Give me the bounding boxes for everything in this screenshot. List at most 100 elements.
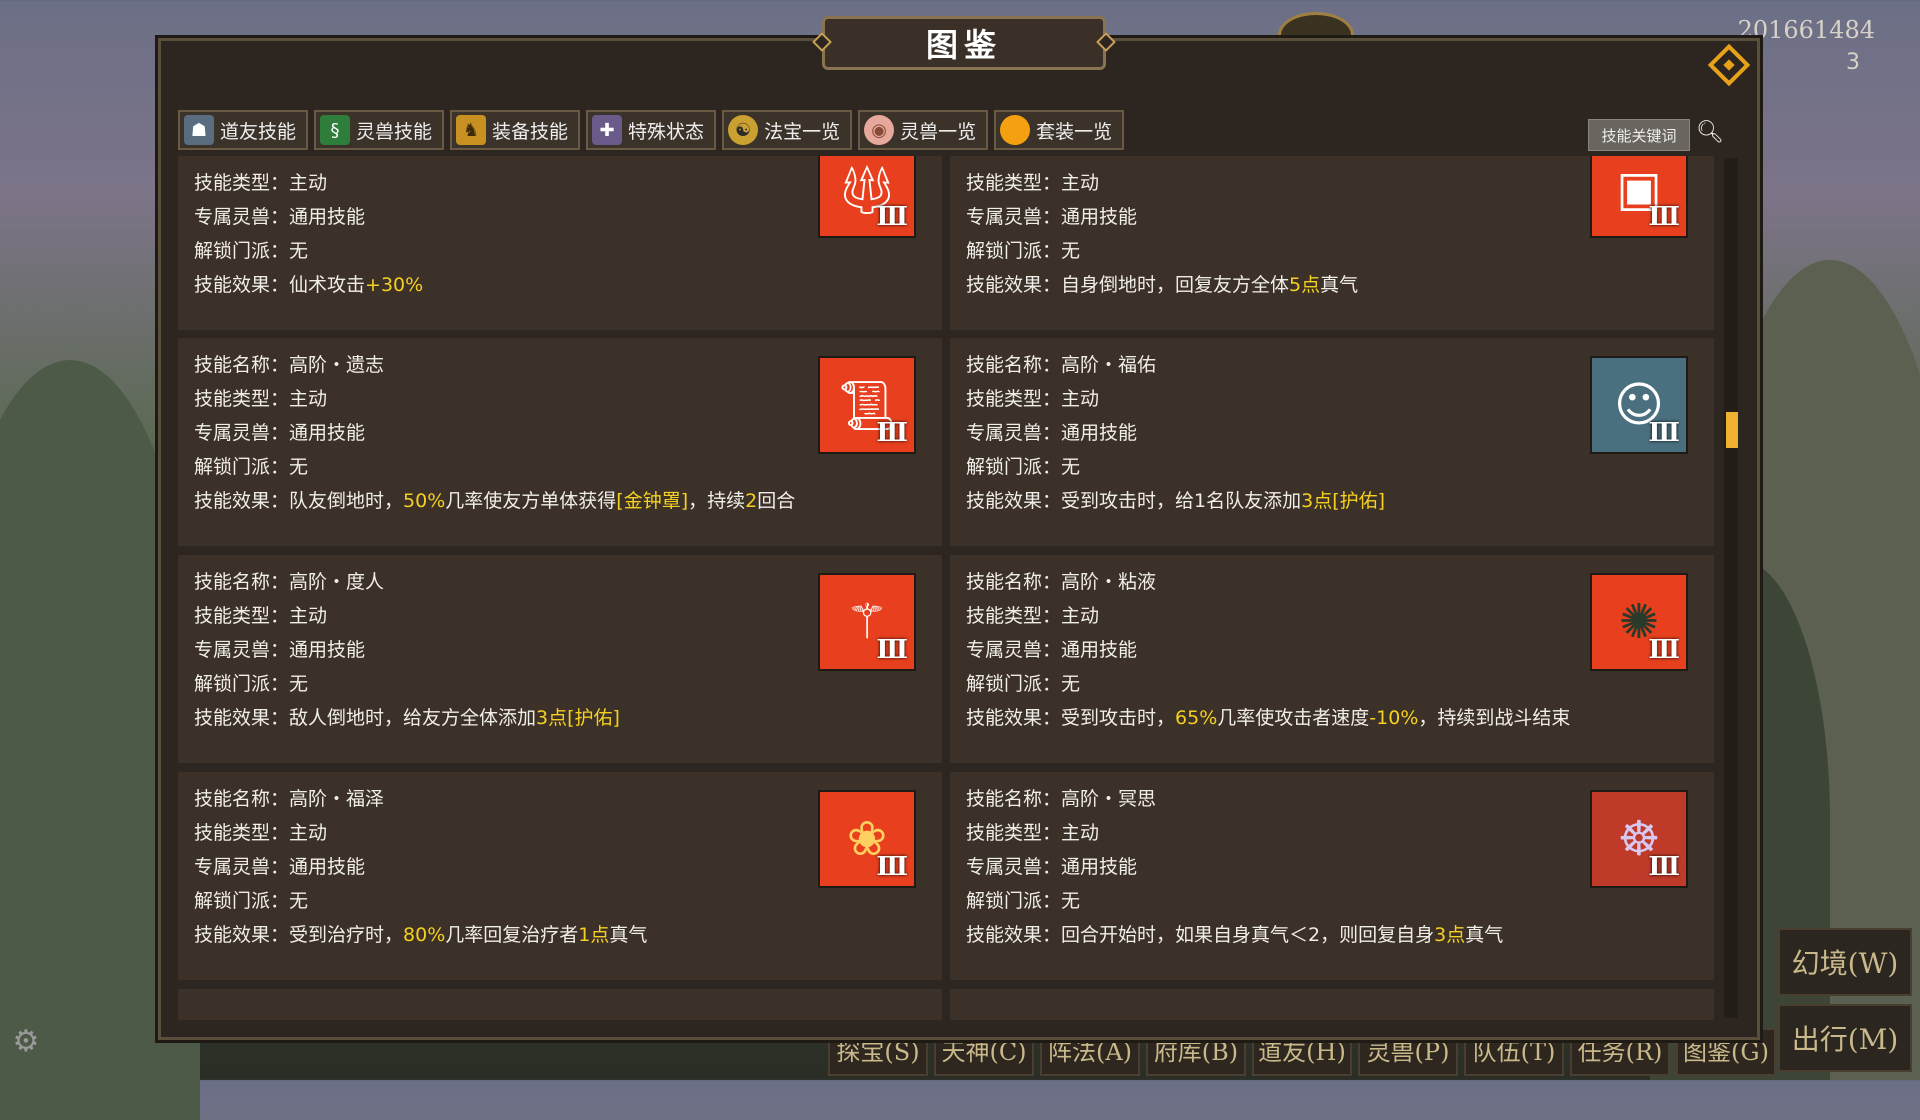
skill-effect-line: 技能效果：回合开始时，如果自身真气＜2，则回复自身3点真气 [966, 924, 1504, 946]
tab-special-status[interactable]: ✚ 特殊状态 [586, 110, 717, 150]
skill-card[interactable]: 技能名称：高阶・福佑 技能类型：主动 专属灵兽：通用技能 解锁门派：无 技能效果… [950, 338, 1714, 546]
skill-card[interactable]: 技能类型：主动 专属灵兽：通用技能 解锁门派：无 技能效果：仙术攻击+30% 🔱… [178, 156, 942, 330]
beast-skill-icon: § [320, 115, 351, 145]
skill-sect-line: 解锁门派：无 [966, 890, 1081, 912]
skill-type-line: 技能类型：主动 [194, 388, 328, 410]
equipment-skill-icon: ♞ [456, 115, 487, 145]
skill-card[interactable]: 技能名称：高阶・遗志 技能类型：主动 专属灵兽：通用技能 解锁门派：无 技能效果… [178, 338, 942, 546]
effect-highlight: -10% [1369, 707, 1419, 729]
search-icon[interactable]: 🔍︎ [1696, 120, 1724, 146]
special-status-icon: ✚ [592, 115, 623, 145]
panel-title-plate: 图鉴 [822, 16, 1106, 70]
effect-text: 自身倒地时，回复友方全体 [1061, 274, 1290, 296]
skill-card-partial[interactable] [950, 989, 1714, 1020]
skill-list: 技能类型：主动 专属灵兽：通用技能 解锁门派：无 技能效果：仙术攻击+30% 🔱… [178, 156, 1714, 1020]
skill-sect-line: 解锁门派：无 [966, 673, 1081, 695]
tab-treasures[interactable]: ☯ 法宝一览 [722, 110, 853, 150]
skill-type-line: 技能类型：主动 [194, 605, 328, 627]
codex-tabs: ☗ 道友技能 § 灵兽技能 ♞ 装备技能 ✚ 特殊状态 ☯ 法宝一览 ◉ 灵兽一览 套装一览 [178, 110, 1125, 150]
skill-type-line: 技能类型：主动 [966, 172, 1100, 194]
tab-label: 套装一览 [1036, 120, 1113, 143]
tab-sets[interactable]: 套装一览 [994, 110, 1125, 150]
effect-text: ，持续到战斗结束 [1418, 707, 1571, 729]
skill-card[interactable]: 技能名称：高阶・福泽 技能类型：主动 专属灵兽：通用技能 解锁门派：无 技能效果… [178, 772, 942, 980]
tab-friend-skills[interactable]: ☗ 道友技能 [178, 110, 309, 150]
skill-name-line: 技能名称：高阶・度人 [194, 571, 385, 593]
effect-highlight: 65% [1175, 707, 1218, 729]
skill-sect-line: 解锁门派：无 [966, 456, 1081, 478]
skill-sect-line: 解锁门派：无 [194, 456, 309, 478]
beast-egg-icon: ◉ [864, 115, 895, 145]
effect-highlight: 2 [745, 490, 758, 512]
illusion-button[interactable]: 幻境(W) [1778, 928, 1912, 996]
settings-gear-icon[interactable]: ⚙ [8, 1024, 44, 1060]
scrollbar-track[interactable] [1724, 158, 1738, 1018]
skill-name-line: 技能名称：高阶・粘液 [966, 571, 1157, 593]
treasure-chest-icon: ▣ Ⅲ [1590, 156, 1688, 238]
skill-effect-line: 技能效果：队友倒地时，50%几率使友方单体获得[金钟罩]，持续2回合 [194, 490, 796, 512]
skill-card[interactable]: 技能类型：主动 专属灵兽：通用技能 解锁门派：无 技能效果：自身倒地时，回复友方… [950, 156, 1714, 330]
tab-equipment-skills[interactable]: ♞ 装备技能 [450, 110, 581, 150]
skill-card-partial[interactable] [178, 989, 942, 1020]
scrollbar-thumb[interactable] [1726, 412, 1738, 448]
tab-label: 特殊状态 [628, 120, 705, 143]
effect-text: 受到治疗时， [289, 924, 404, 946]
skill-sect-line: 解锁门派：无 [194, 240, 309, 262]
skill-name-line: 技能名称：高阶・福泽 [194, 788, 385, 810]
blessing-figure-icon: ☺ Ⅲ [1590, 356, 1688, 454]
effect-text: 受到攻击时，给1名队友添加 [1061, 490, 1302, 512]
effect-text: 真气 [1320, 274, 1359, 296]
effect-highlight: 3点[护佑] [1301, 490, 1386, 512]
tab-label: 灵兽一览 [900, 120, 977, 143]
skill-card[interactable]: 技能名称：高阶・度人 技能类型：主动 专属灵兽：通用技能 解锁门派：无 技能效果… [178, 555, 942, 763]
skill-name-line: 技能名称：高阶・福佑 [966, 354, 1157, 376]
tab-label: 装备技能 [492, 120, 569, 143]
tab-beasts[interactable]: ◉ 灵兽一览 [858, 110, 989, 150]
skill-name-line: 技能名称：高阶・遗志 [194, 354, 385, 376]
skill-beast-line: 专属灵兽：通用技能 [966, 422, 1138, 444]
skill-type-line: 技能类型：主动 [194, 172, 328, 194]
treasure-icon: ☯ [728, 115, 759, 145]
effect-highlight: [金钟罩] [616, 490, 689, 512]
skill-sect-line: 解锁门派：无 [194, 890, 309, 912]
effect-text: 真气 [609, 924, 648, 946]
skill-sect-line: 解锁门派：无 [966, 240, 1081, 262]
trident-icon: 🔱︎ Ⅲ [818, 156, 916, 238]
lotus-icon: ❀ Ⅲ [818, 790, 916, 888]
set-orb-icon [1000, 115, 1031, 145]
travel-button[interactable]: 出行(M) [1778, 1004, 1912, 1072]
effect-text: 受到攻击时， [1061, 707, 1176, 729]
skill-effect-line: 技能效果：受到攻击时，65%几率使攻击者速度-10%，持续到战斗结束 [966, 707, 1571, 729]
skill-type-line: 技能类型：主动 [966, 605, 1100, 627]
effect-highlight: 80% [403, 924, 446, 946]
tab-label: 灵兽技能 [356, 120, 433, 143]
skill-beast-line: 专属灵兽：通用技能 [194, 206, 366, 228]
skill-name-line: 技能名称：高阶・冥思 [966, 788, 1157, 810]
skill-beast-line: 专属灵兽：通用技能 [966, 206, 1138, 228]
skill-card[interactable]: 技能名称：高阶・冥思 技能类型：主动 专属灵兽：通用技能 解锁门派：无 技能效果… [950, 772, 1714, 980]
skill-beast-line: 专属灵兽：通用技能 [194, 422, 366, 444]
skill-effect-line: 技能效果：仙术攻击+30% [194, 274, 424, 296]
slime-icon: ✺ Ⅲ [1590, 573, 1688, 671]
skill-card[interactable]: 技能名称：高阶・粘液 技能类型：主动 专属灵兽：通用技能 解锁门派：无 技能效果… [950, 555, 1714, 763]
effect-text: ，持续 [688, 490, 746, 512]
tab-label: 法宝一览 [764, 120, 841, 143]
effect-text: 真气 [1465, 924, 1504, 946]
skill-effect-line: 技能效果：受到攻击时，给1名队友添加3点[护佑] [966, 490, 1386, 512]
tab-beast-skills[interactable]: § 灵兽技能 [314, 110, 445, 150]
effect-text: 几率使友方单体获得 [445, 490, 617, 512]
skill-keyword-button[interactable]: 技能关键词 [1588, 119, 1690, 151]
effect-highlight: 3点[护佑] [536, 707, 620, 729]
effect-text: 队友倒地时， [289, 490, 404, 512]
effect-text: 回合 [757, 490, 796, 512]
effect-text: 回合开始时，如果自身真气＜2，则回复自身 [1061, 924, 1435, 946]
friend-skill-icon: ☗ [184, 115, 214, 145]
skill-effect-line: 技能效果：自身倒地时，回复友方全体5点真气 [966, 274, 1359, 296]
skill-beast-line: 专属灵兽：通用技能 [966, 639, 1138, 661]
skill-effect-line: 技能效果：受到治疗时，80%几率回复治疗者1点真气 [194, 924, 648, 946]
skill-type-line: 技能类型：主动 [966, 822, 1100, 844]
skill-type-line: 技能类型：主动 [966, 388, 1100, 410]
effect-highlight: 1点 [578, 924, 610, 946]
effect-highlight: 3点 [1434, 924, 1466, 946]
whisk-sage-icon: ⚚ Ⅲ [818, 573, 916, 671]
